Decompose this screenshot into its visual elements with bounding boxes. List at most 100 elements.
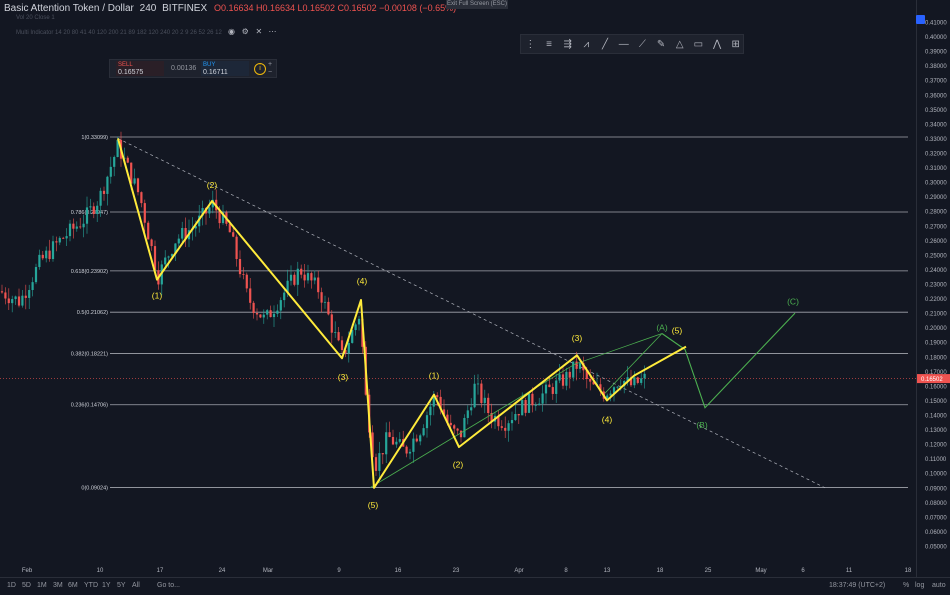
ray-icon[interactable]: ⟋ <box>635 37 650 51</box>
buy-button[interactable]: BUY 0.16711 <box>201 61 249 76</box>
candle-body <box>480 383 483 404</box>
range-button-5y[interactable]: 5Y <box>117 582 126 589</box>
candle-body <box>208 207 211 214</box>
horizontal-line-icon[interactable]: — <box>616 37 631 51</box>
candle-body <box>306 273 310 281</box>
price-chart[interactable]: 0.410000.400000.390000.380000.370000.360… <box>0 0 950 594</box>
wave-label: (4) <box>357 276 368 286</box>
projection-wave-label: (C) <box>787 296 799 306</box>
candle-body <box>51 241 55 260</box>
candle-body <box>415 438 418 442</box>
candle-body <box>385 432 388 455</box>
auto-toggle[interactable]: auto <box>932 582 946 589</box>
range-button-all[interactable]: All <box>132 582 140 589</box>
quantity-stepper[interactable]: + − <box>268 61 272 77</box>
wave-label: (5) <box>368 500 379 510</box>
symbol-title[interactable]: Basic Attention Token / Dollar <box>4 3 134 14</box>
candle-body <box>459 430 463 438</box>
candle-body <box>449 422 452 426</box>
log-toggle[interactable]: log <box>915 582 924 589</box>
candle-body <box>514 413 517 421</box>
wave-label: (3) <box>572 333 583 343</box>
candle-body <box>531 393 534 406</box>
candle-body <box>38 254 41 268</box>
candle-body <box>296 268 299 285</box>
candle-body <box>0 291 4 293</box>
settings-icon[interactable]: ⚙ <box>241 27 249 36</box>
price-scale[interactable] <box>916 0 950 577</box>
fib-level-label: 0.382(0.18221) <box>71 352 108 358</box>
goto-button[interactable]: Go to... <box>157 582 180 589</box>
range-button-5d[interactable]: 5D <box>22 582 31 589</box>
candle-body <box>310 273 313 281</box>
candle-body <box>11 299 14 304</box>
wave-label: (4) <box>602 414 613 424</box>
candle-body <box>429 406 432 416</box>
candle-body <box>164 257 167 265</box>
candle-body <box>436 395 439 397</box>
candle-body <box>28 290 31 298</box>
candle-body <box>558 374 561 381</box>
bottom-toolbar: Go to... 18:37:49 (UTC+2) % log auto 1D 5… <box>0 577 950 595</box>
candle-body <box>245 274 248 289</box>
pattern-icon[interactable]: ⩘ <box>579 37 594 51</box>
rectangle-icon[interactable]: ▭ <box>691 37 706 51</box>
scale-badge-icon[interactable] <box>916 15 925 24</box>
info-icon[interactable]: i <box>254 63 266 75</box>
candle-body <box>269 310 272 318</box>
fib-extension-icon[interactable]: ⇶ <box>560 37 575 51</box>
candle-body <box>405 446 408 454</box>
candle-body <box>357 318 361 325</box>
range-button-1d[interactable]: 1D <box>7 582 16 589</box>
candle-body <box>453 425 456 429</box>
candle-body <box>572 361 575 378</box>
wave-label: (5) <box>672 326 683 336</box>
x-tick-label: May <box>755 568 766 574</box>
range-button-3m[interactable]: 3M <box>53 582 63 589</box>
candle-body <box>242 274 245 275</box>
candle-body <box>395 441 398 445</box>
trend-line-icon[interactable]: ╱ <box>598 37 613 51</box>
x-tick-label: 6 <box>801 568 805 574</box>
candle-body <box>72 223 75 229</box>
buy-label: BUY <box>203 62 216 68</box>
candle-body <box>425 415 429 429</box>
candle-body <box>133 178 136 184</box>
triangle-icon[interactable]: △ <box>672 37 687 51</box>
fib-time-zone-icon[interactable]: ⊞ <box>728 37 743 51</box>
indicator-multi[interactable]: Multi Indicator 14 20 80 41 40 120 200 2… <box>16 27 277 36</box>
range-button-6m[interactable]: 6M <box>68 582 78 589</box>
candle-body <box>55 241 58 243</box>
candle-body <box>323 301 327 303</box>
candle-body <box>228 223 231 233</box>
range-button-ytd[interactable]: YTD <box>84 582 98 589</box>
drag-handle-icon[interactable]: ⋮ <box>523 37 538 51</box>
candle-body <box>82 223 85 228</box>
candle-body <box>633 377 636 386</box>
candle-body <box>283 292 286 301</box>
brush-icon[interactable]: ✎ <box>654 37 669 51</box>
candle-body <box>422 428 425 436</box>
candle-body <box>378 453 381 471</box>
x-tick-label: 10 <box>97 568 104 574</box>
candle-body <box>252 302 255 313</box>
range-button-1y[interactable]: 1Y <box>102 582 111 589</box>
close-icon[interactable]: ✕ <box>255 27 263 36</box>
more-icon[interactable]: ⋯ <box>269 27 277 36</box>
spread-value: 0.00136 <box>171 65 197 72</box>
elliott-wave-icon[interactable]: ⋀ <box>710 37 725 51</box>
candle-body <box>238 259 242 275</box>
candle-body <box>381 453 384 455</box>
candle-body <box>79 226 82 228</box>
percent-toggle[interactable]: % <box>903 582 909 589</box>
eye-icon[interactable]: ◉ <box>228 27 236 36</box>
range-button-1m[interactable]: 1M <box>37 582 47 589</box>
indicator-vol[interactable]: Vol 20 Close 1 <box>16 15 55 21</box>
candle-body <box>99 190 102 206</box>
sell-button[interactable]: SELL 0.16575 <box>116 61 164 76</box>
fib-retracement-icon[interactable]: ≡ <box>542 37 557 51</box>
candle-body <box>578 363 582 369</box>
candle-body <box>347 342 350 354</box>
candle-body <box>14 296 17 300</box>
exit-fullscreen-button[interactable]: Exit Full Screen (ESC) <box>446 0 508 9</box>
